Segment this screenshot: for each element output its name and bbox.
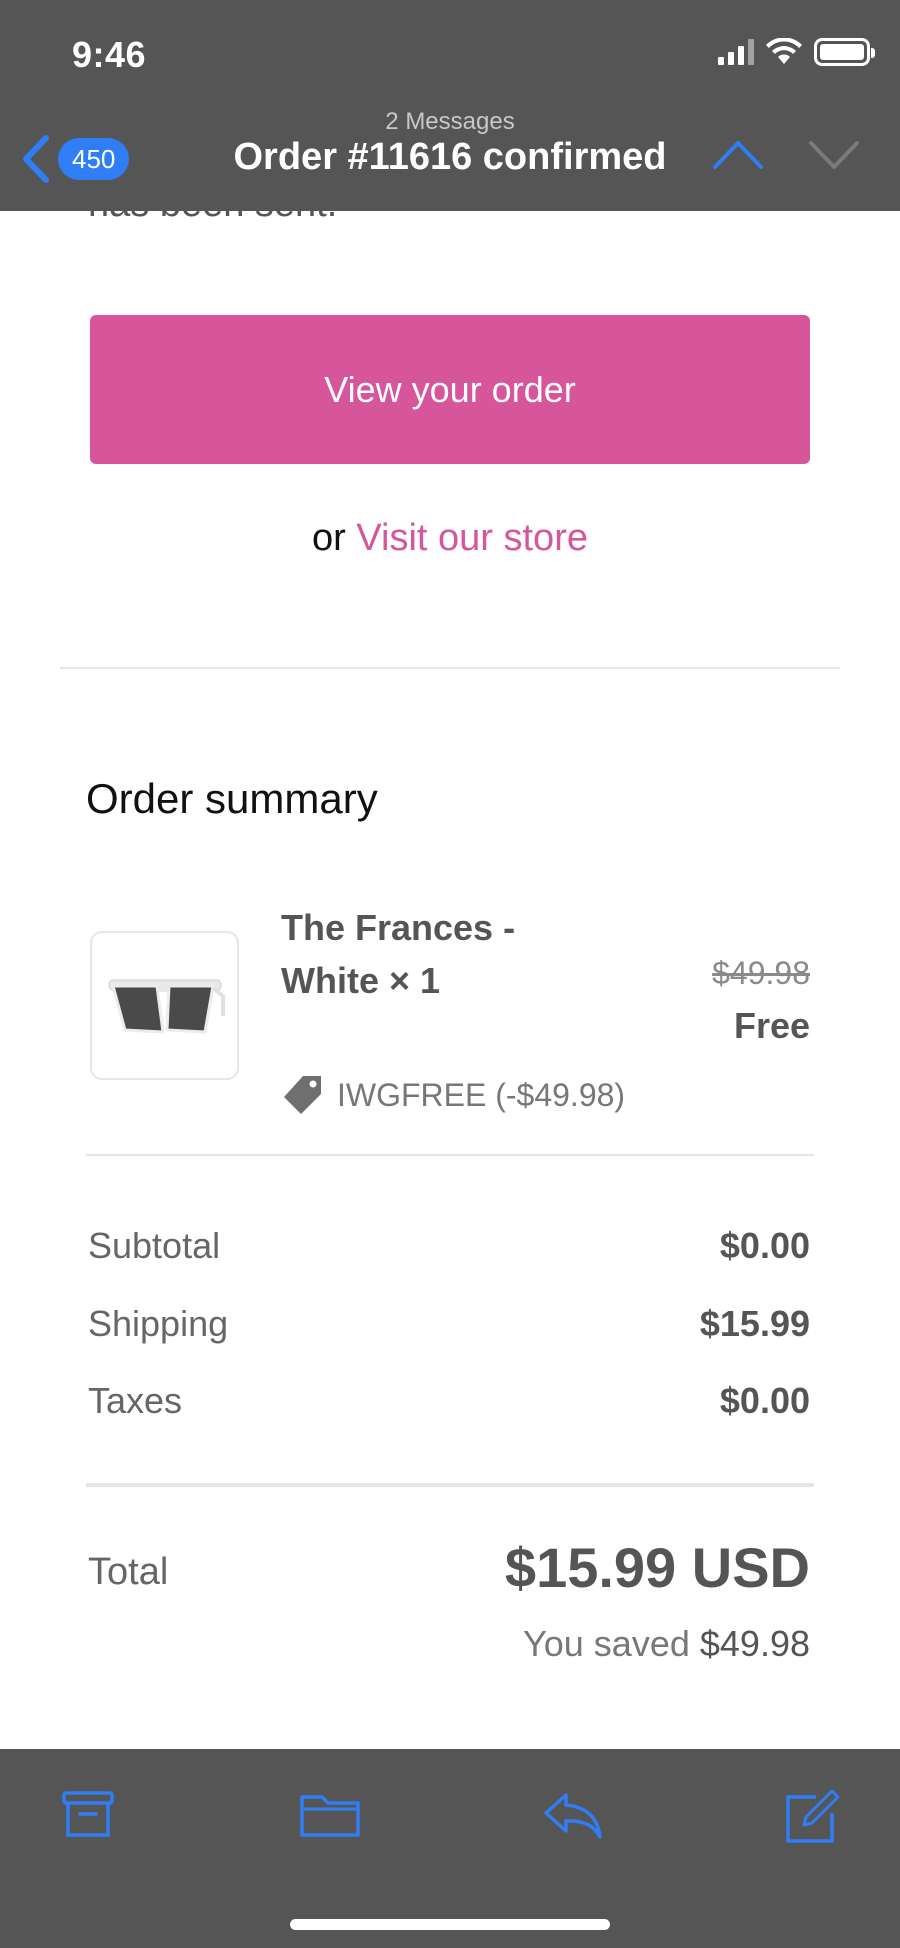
item-name: The Frances - White × 1: [281, 907, 516, 1001]
savings-line: You saved $49.98: [523, 1623, 810, 1665]
saved-value: $49.98: [699, 1623, 810, 1664]
discount-code: IWGFREE (-$49.98): [337, 1076, 626, 1113]
top-bar: 9:46 450 2 Messages Order #11616 confirm…: [0, 0, 900, 211]
discount-line: IWGFREE (-$49.98): [281, 1073, 625, 1117]
sunglasses-image: [108, 979, 225, 1034]
taxes-label: Taxes: [88, 1380, 183, 1421]
email-body: has been sent. View your order or Visit …: [0, 211, 900, 1749]
status-icons: [718, 38, 875, 66]
wifi-icon: [766, 38, 802, 64]
signal-icon: [718, 39, 754, 65]
archive-icon[interactable]: [60, 1787, 116, 1843]
visit-store-link[interactable]: Visit our store: [356, 517, 588, 559]
item-price: Free: [733, 1005, 810, 1046]
divider: [86, 1483, 814, 1487]
shipping-row: Shipping $15.99: [88, 1303, 810, 1345]
compose-icon[interactable]: [782, 1787, 842, 1847]
order-summary-title: Order summary: [86, 775, 378, 822]
or-text: or: [312, 517, 346, 559]
shipping-value: $15.99: [699, 1303, 810, 1344]
previous-message-icon[interactable]: [712, 138, 764, 170]
divider: [60, 667, 840, 669]
battery-icon: [814, 38, 875, 66]
subtotal-row: Subtotal $0.00: [88, 1225, 810, 1267]
total-value: $15.99 USD: [504, 1536, 810, 1599]
store-link-line: or Visit our store: [0, 517, 900, 560]
taxes-row: Taxes $0.00: [88, 1380, 810, 1422]
thread-title: Order #11616 confirmed: [233, 136, 667, 178]
reply-icon[interactable]: [542, 1787, 604, 1843]
subtotal-value: $0.00: [719, 1225, 810, 1266]
shipping-label: Shipping: [88, 1303, 229, 1344]
product-thumbnail: [90, 931, 239, 1080]
home-indicator: [290, 1919, 610, 1930]
tag-icon: [284, 1076, 321, 1114]
total-label: Total: [88, 1551, 169, 1593]
subtotal-label: Subtotal: [88, 1225, 221, 1266]
item-original-price: $49.98: [712, 955, 810, 991]
next-message-icon[interactable]: [808, 140, 860, 172]
saved-label: You saved: [523, 1623, 690, 1664]
status-time: 9:46: [72, 34, 147, 75]
intro-text: has been sent.: [88, 211, 337, 226]
view-order-button[interactable]: View your order: [90, 315, 810, 464]
messages-count: 2 Messages: [385, 108, 515, 135]
folder-icon[interactable]: [298, 1787, 362, 1843]
divider: [86, 1154, 814, 1156]
taxes-value: $0.00: [719, 1380, 810, 1421]
bottom-toolbar: [0, 1749, 900, 1948]
